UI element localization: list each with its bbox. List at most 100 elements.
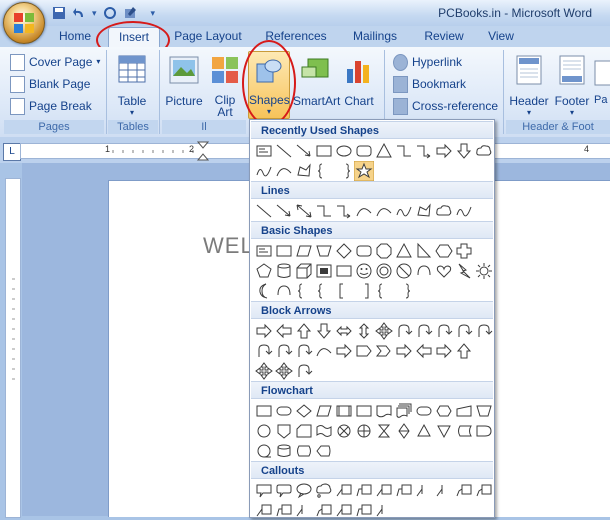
text-shape-icon[interactable] — [254, 141, 274, 161]
freeform-shape-icon[interactable] — [414, 201, 434, 221]
redo-icon[interactable] — [103, 6, 117, 20]
linecall-shape-icon[interactable] — [334, 481, 354, 501]
extract-shape-icon[interactable] — [414, 421, 434, 441]
larrow-shape-icon[interactable] — [414, 341, 434, 361]
cross-reference-button[interactable]: Cross-reference — [393, 96, 503, 116]
rarrow-shape-icon[interactable] — [334, 341, 354, 361]
linecall2-shape-icon[interactable] — [354, 501, 374, 517]
uturn-shape-icon[interactable] — [294, 341, 314, 361]
blank-page-button[interactable]: Blank Page — [10, 74, 102, 94]
or-shape-icon[interactable] — [354, 421, 374, 441]
rbrace-shape-icon[interactable] — [394, 281, 414, 301]
magdisk-shape-icon[interactable] — [274, 441, 294, 461]
brace-shape-icon[interactable] — [314, 161, 334, 181]
rrcall-shape-icon[interactable] — [274, 481, 294, 501]
header-button[interactable]: Header ▾ — [508, 55, 550, 117]
manual-shape-icon[interactable] — [454, 401, 474, 421]
dblarrow-shape-icon[interactable] — [294, 201, 314, 221]
rect-shape-icon[interactable] — [334, 261, 354, 281]
predef-shape-icon[interactable] — [334, 401, 354, 421]
elbow-shape-icon[interactable] — [314, 201, 334, 221]
terminator-shape-icon[interactable] — [414, 401, 434, 421]
tab-view[interactable]: View — [480, 27, 522, 46]
uturn-shape-icon[interactable] — [454, 321, 474, 341]
manop-shape-icon[interactable] — [474, 401, 494, 421]
vertical-ruler[interactable] — [5, 178, 21, 518]
cyl-shape-icon[interactable] — [274, 261, 294, 281]
hyperlink-button[interactable]: Hyperlink — [393, 52, 503, 72]
curve-shape-icon[interactable] — [314, 341, 334, 361]
bordercall-shape-icon[interactable] — [314, 501, 334, 517]
rrect-shape-icon[interactable] — [354, 241, 374, 261]
rect-shape-icon[interactable] — [354, 401, 374, 421]
lrarrow-shape-icon[interactable] — [334, 321, 354, 341]
linecall-shape-icon[interactable] — [254, 501, 274, 517]
clip-art-button[interactable]: Clip Art — [208, 55, 242, 118]
tab-review[interactable]: Review — [416, 27, 472, 46]
bordercall-shape-icon[interactable] — [474, 481, 494, 501]
curve-shape-icon[interactable] — [354, 201, 374, 221]
linecall3-shape-icon[interactable] — [374, 501, 394, 517]
page-break-button[interactable]: Page Break — [10, 96, 102, 116]
linecall2-shape-icon[interactable] — [274, 501, 294, 517]
stored-shape-icon[interactable] — [454, 421, 474, 441]
decision-shape-icon[interactable] — [294, 401, 314, 421]
quad-shape-icon[interactable] — [374, 321, 394, 341]
bracket-shape-icon[interactable] — [334, 281, 354, 301]
quad-shape-icon[interactable] — [254, 361, 274, 381]
tab-selector[interactable]: L — [3, 143, 21, 161]
linecall2-shape-icon[interactable] — [394, 481, 414, 501]
uturn-shape-icon[interactable] — [414, 321, 434, 341]
text-shape-icon[interactable] — [254, 241, 274, 261]
rtri-shape-icon[interactable] — [414, 241, 434, 261]
bookmark-button[interactable]: Bookmark — [393, 74, 503, 94]
rarrow-shape-icon[interactable] — [434, 141, 454, 161]
quad-shape-icon[interactable] — [274, 361, 294, 381]
hexagon-shape-icon[interactable] — [434, 241, 454, 261]
display-shape-icon[interactable] — [314, 441, 334, 461]
rarrow-shape-icon[interactable] — [254, 321, 274, 341]
process-shape-icon[interactable] — [254, 401, 274, 421]
circle-shape-icon[interactable] — [254, 421, 274, 441]
uturn-shape-icon[interactable] — [474, 321, 494, 341]
rarrow-shape-icon[interactable] — [394, 341, 414, 361]
uturn-shape-icon[interactable] — [274, 341, 294, 361]
tab-mailings[interactable]: Mailings — [344, 27, 406, 46]
elbowarrow-shape-icon[interactable] — [334, 201, 354, 221]
merge-shape-icon[interactable] — [434, 421, 454, 441]
scribble-shape-icon[interactable] — [254, 161, 274, 181]
star-shape-icon[interactable] — [354, 161, 374, 181]
uarrow-shape-icon[interactable] — [454, 341, 474, 361]
linecall-shape-icon[interactable] — [334, 501, 354, 517]
line-shape-icon[interactable] — [254, 201, 274, 221]
chevron-down-icon[interactable]: ▾ — [92, 8, 97, 19]
chart-button[interactable]: Chart — [340, 55, 378, 108]
save-icon[interactable] — [52, 6, 66, 20]
pentarrow-shape-icon[interactable] — [354, 341, 374, 361]
rrect-shape-icon[interactable] — [354, 141, 374, 161]
rect-shape-icon[interactable] — [274, 241, 294, 261]
arrow-shape-icon[interactable] — [294, 141, 314, 161]
picture-button[interactable]: Picture — [164, 55, 204, 108]
linecall3-shape-icon[interactable] — [294, 501, 314, 517]
sun-shape-icon[interactable] — [474, 261, 494, 281]
format-painter-icon[interactable] — [123, 6, 137, 20]
tab-home[interactable]: Home — [52, 27, 98, 46]
arc-shape-icon[interactable] — [274, 281, 294, 301]
frame-shape-icon[interactable] — [314, 261, 334, 281]
para-shape-icon[interactable] — [294, 241, 314, 261]
tape-shape-icon[interactable] — [314, 421, 334, 441]
elbow-shape-icon[interactable] — [394, 141, 414, 161]
larrow-shape-icon[interactable] — [274, 321, 294, 341]
offpage-shape-icon[interactable] — [274, 421, 294, 441]
smartart-button[interactable]: SmartArt — [293, 55, 340, 108]
customize-icon[interactable]: ▾ — [151, 8, 156, 19]
footer-button[interactable]: Footer ▾ — [552, 55, 592, 117]
curve-shape-icon[interactable] — [374, 201, 394, 221]
indent-marker-icon[interactable] — [197, 141, 209, 161]
linecall3-shape-icon[interactable] — [434, 481, 454, 501]
moon-shape-icon[interactable] — [254, 281, 274, 301]
seqacc-shape-icon[interactable] — [254, 441, 274, 461]
scribble-shape-icon[interactable] — [394, 201, 414, 221]
udarrow-shape-icon[interactable] — [354, 321, 374, 341]
